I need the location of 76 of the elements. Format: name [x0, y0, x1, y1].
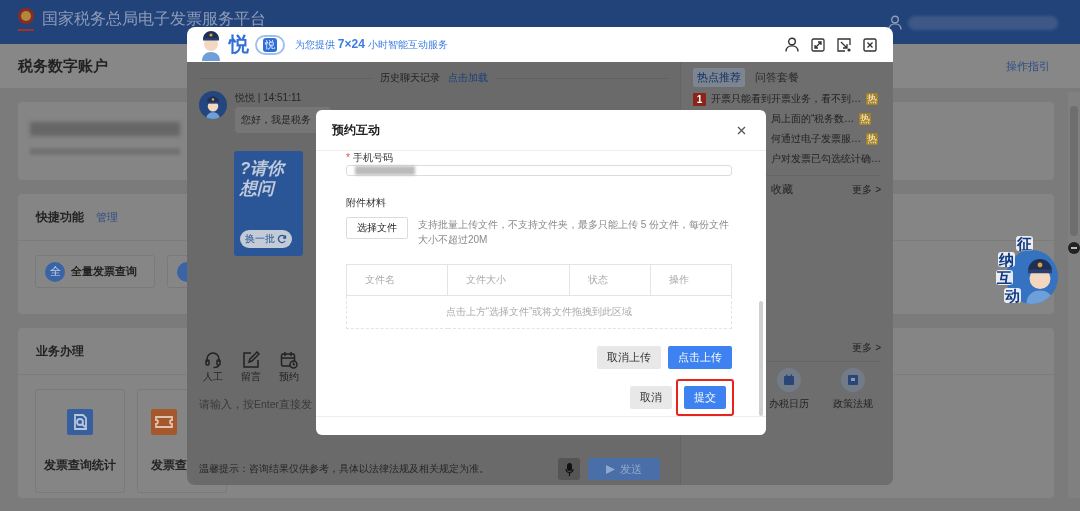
- badge-character: 互: [996, 270, 1013, 285]
- user-icon[interactable]: [888, 15, 902, 30]
- column-header: 文件名: [346, 264, 448, 296]
- hot-tag: 热: [859, 113, 872, 125]
- search-document-icon: [67, 408, 93, 435]
- tool-button[interactable]: 人工: [203, 351, 223, 384]
- tab[interactable]: 问答套餐: [751, 68, 803, 87]
- hot-tag: 热: [866, 93, 878, 105]
- figure-icon: [199, 28, 223, 61]
- ticket-icon: [151, 408, 177, 435]
- slogan-text: 为您提供 7×24 小时智能互动服务: [295, 37, 448, 52]
- collapse-icon: [1068, 242, 1080, 254]
- hot-tag: 热: [866, 133, 878, 145]
- calendar-icon: [280, 351, 298, 369]
- expand-icon[interactable]: [811, 37, 825, 52]
- refresh-button[interactable]: 换一批: [240, 230, 292, 248]
- field-label: 手机号码: [352, 152, 393, 163]
- headset-icon: [204, 351, 222, 369]
- badge-character: 纳: [998, 252, 1015, 267]
- service-tile[interactable]: 发票查询统计: [35, 389, 125, 493]
- more-link[interactable]: 更多 >: [852, 182, 881, 197]
- close-icon[interactable]: [737, 125, 746, 135]
- hot-question-link[interactable]: 1 开票只能看到开票业务，看不到… 热: [693, 89, 878, 109]
- shortcut-icon: 全: [45, 261, 65, 282]
- hot-question-link[interactable]: 户对发票已勾选统计确…: [771, 149, 881, 169]
- service-button[interactable]: 办税日历: [769, 368, 809, 411]
- section-title: 业务办理: [36, 342, 84, 360]
- dialog-title: 预约互动: [332, 121, 380, 139]
- more-link[interactable]: 更多 >: [852, 341, 881, 355]
- rank-badge: 1: [693, 92, 706, 106]
- column-header: 操作: [650, 264, 732, 296]
- user-icon[interactable]: [785, 37, 799, 52]
- close-icon[interactable]: [863, 37, 877, 52]
- upload-button[interactable]: 取消上传: [597, 346, 661, 369]
- brand-name: 悦: [229, 32, 249, 57]
- empty-message: 点击上方“选择文件”或将文件拖拽到此区域: [346, 295, 732, 329]
- column-header: 状态: [569, 264, 651, 296]
- choose-file-button[interactable]: 选择文件: [346, 217, 408, 239]
- column-header: 文件大小: [447, 264, 570, 296]
- figure-icon: [204, 95, 222, 119]
- hint-text: 支持批量上传文件，不支持文件夹，最多只能上传 5 份文件，每份文件大小不超过20M: [418, 218, 731, 247]
- load-link[interactable]: 点击加载: [447, 71, 488, 85]
- microphone-icon: [564, 462, 574, 476]
- brand-badge: 悦: [255, 34, 285, 55]
- section-title: 快捷功能: [36, 208, 84, 226]
- tool-button[interactable]: 预约: [279, 351, 299, 384]
- hot-question-link[interactable]: 何通过电子发票服… 热: [771, 129, 878, 149]
- required-mark: *: [346, 152, 350, 163]
- send-icon: [606, 464, 615, 474]
- emblem-icon: [16, 7, 36, 33]
- page-title: 税务数字账户: [18, 56, 108, 76]
- phone-field[interactable]: [346, 165, 732, 176]
- site-title: 国家税务总局电子发票服务平台: [42, 9, 266, 29]
- window-arrow-icon[interactable]: [837, 37, 851, 52]
- edit-icon: [242, 351, 260, 369]
- shortcut-button[interactable]: 全 全量发票查询: [35, 255, 155, 288]
- section-title: 收藏: [771, 182, 793, 197]
- guide-link[interactable]: 操作指引: [1006, 58, 1050, 74]
- refresh-icon: [277, 234, 287, 244]
- tool-button[interactable]: 留言: [241, 351, 261, 384]
- badge-character: 征: [1016, 236, 1033, 251]
- upload-button[interactable]: 点击上传: [668, 346, 732, 369]
- sender-time: 悦悦 | 14:51:11: [235, 91, 303, 105]
- history-label: 历史聊天记录: [379, 71, 440, 85]
- service-button[interactable]: 政策法规: [833, 368, 873, 411]
- manage-link[interactable]: 管理: [96, 209, 118, 225]
- tab[interactable]: 热点推荐: [693, 68, 745, 87]
- book-icon: [847, 374, 859, 386]
- prompt-title: ?请你想问: [240, 159, 287, 199]
- submit-button[interactable]: 提交: [684, 386, 726, 409]
- cancel-button[interactable]: 取消: [630, 386, 672, 409]
- microphone-button[interactable]: [558, 458, 580, 480]
- badge-character: 动: [1004, 288, 1021, 303]
- calendar-icon: [783, 374, 795, 386]
- field-label: 附件材料: [346, 197, 387, 209]
- blurred-text: [355, 166, 415, 175]
